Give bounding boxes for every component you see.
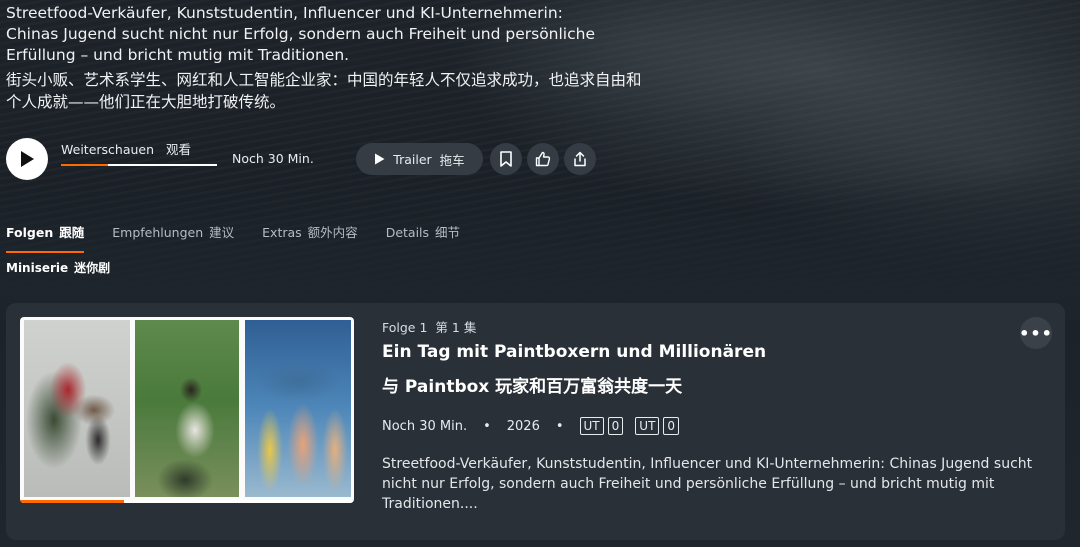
more-options-button[interactable]: ••• <box>1019 317 1053 349</box>
tab-details[interactable]: Details 细节 <box>386 222 460 253</box>
hero-description-de: Streetfood-Verkäufer, Kunststudentin, In… <box>6 4 595 64</box>
progress-fill <box>61 164 108 166</box>
thumbnail-panel-painter <box>24 320 130 497</box>
bookmark-button[interactable] <box>490 143 522 175</box>
thumbs-up-icon <box>535 151 551 167</box>
bookmark-icon <box>500 151 512 167</box>
season-label: Miniserie 迷你剧 <box>6 261 111 275</box>
remaining-time: Noch 30 Min. <box>232 151 314 166</box>
subtitle-badge: UT 0 <box>579 417 624 435</box>
thumbnail-panel-man <box>135 320 239 497</box>
episode-title-de[interactable]: Ein Tag mit Paintboxern und Millionären <box>382 342 766 362</box>
thumbnail-panel-women <box>245 320 351 497</box>
tab-bar: Folgen 跟随 Empfehlungen 建议 Extras 额外内容 Detai… <box>6 222 460 253</box>
share-icon <box>574 151 586 167</box>
trailer-label-de: Trailer <box>393 151 432 167</box>
trailer-button[interactable]: Trailer 拖车 <box>356 143 483 175</box>
episode-year: 2026 <box>506 418 540 434</box>
more-icon: ••• <box>1019 323 1053 343</box>
play-icon <box>375 153 385 165</box>
episode-number: Folge 1第 1 集 <box>382 320 477 335</box>
episode-description: Streetfood-Verkäufer, Kunststudentin, In… <box>382 456 1033 512</box>
continue-label-de: Weiterschauen <box>61 142 155 157</box>
episode-meta: Noch 30 Min. • 2026 • UT 0 UT 0 <box>382 417 691 435</box>
tab-extras[interactable]: Extras 额外内容 <box>262 222 358 253</box>
episode-remaining: Noch 30 Min. <box>382 418 468 434</box>
play-button[interactable] <box>6 138 48 180</box>
episode-card[interactable]: Folge 1第 1 集 Ein Tag mit Paintboxern und… <box>6 303 1065 540</box>
meta-separator: • <box>483 418 491 434</box>
episode-thumbnail[interactable] <box>20 317 354 503</box>
like-button[interactable] <box>527 143 559 175</box>
tab-empfehlungen[interactable]: Empfehlungen 建议 <box>112 222 234 253</box>
meta-separator: • <box>555 418 564 434</box>
episode-progress-bar <box>20 500 354 503</box>
progress-bar <box>61 164 217 166</box>
hero-description-zh: 街头小贩、艺术系学生、网红和人工智能企业家：中国的年轻人不仅追求成功，也追求自由… <box>6 71 642 111</box>
subtitle-badge: UT 0 <box>635 417 680 435</box>
tab-folgen[interactable]: Folgen 跟随 <box>6 222 85 253</box>
trailer-label-zh: 拖车 <box>439 152 465 168</box>
continue-watching[interactable]: Weiterschauen 观看 <box>61 139 221 166</box>
continue-label-zh: 观看 <box>166 142 192 157</box>
episode-progress-fill <box>20 500 124 503</box>
episode-title-zh[interactable]: 与 Paintbox 玩家和百万富翁共度一天 <box>382 372 682 397</box>
share-button[interactable] <box>564 143 596 175</box>
play-icon <box>21 151 34 167</box>
